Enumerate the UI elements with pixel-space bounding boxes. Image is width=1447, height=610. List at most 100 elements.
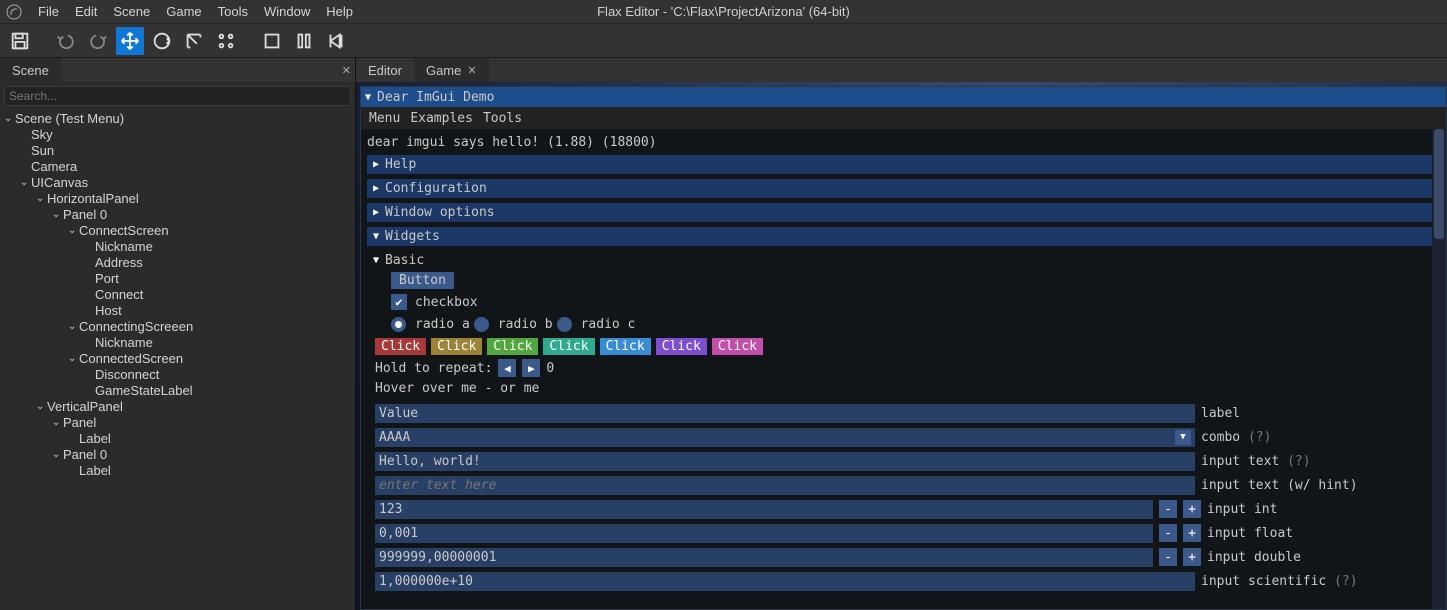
rotate-gizmo-button[interactable] <box>148 27 176 55</box>
double-plus-button[interactable]: + <box>1183 548 1201 566</box>
widgets-header[interactable]: ▼Widgets <box>367 227 1440 246</box>
checkbox-label: checkbox <box>415 295 478 310</box>
tree-item[interactable]: Address <box>0 254 355 270</box>
imgui-content: dear imgui says hello! (1.88) (18800) ▶H… <box>361 129 1446 609</box>
menu-scene[interactable]: Scene <box>105 2 158 21</box>
menu-edit[interactable]: Edit <box>67 2 105 21</box>
scene-tab[interactable]: Scene <box>0 58 61 82</box>
help-header[interactable]: ▶Help <box>367 155 1440 174</box>
menu-window[interactable]: Window <box>256 2 318 21</box>
radio-a-label: radio a <box>415 317 470 332</box>
scrollbar-thumb[interactable] <box>1434 129 1444 239</box>
tree-item[interactable]: ⌄VerticalPanel <box>0 398 355 414</box>
radio-b[interactable] <box>474 317 489 332</box>
tree-item[interactable]: Connect <box>0 286 355 302</box>
imgui-menu-tools[interactable]: Tools <box>483 111 522 126</box>
scale-gizmo-button[interactable] <box>180 27 208 55</box>
input-float-widget[interactable]: 0,001 <box>375 524 1153 543</box>
menu-tools[interactable]: Tools <box>210 2 256 21</box>
click-button-3[interactable]: Click <box>543 338 594 355</box>
tree-item[interactable]: Nickname <box>0 238 355 254</box>
expand-icon: ⌄ <box>68 321 79 332</box>
tree-item[interactable]: Camera <box>0 158 355 174</box>
radio-a[interactable] <box>391 317 406 332</box>
imgui-menubar: Menu Examples Tools <box>361 107 1446 129</box>
search-input[interactable] <box>4 86 351 106</box>
close-icon: ✕ <box>467 64 476 77</box>
imgui-titlebar[interactable]: ▼ Dear ImGui Demo <box>361 87 1446 107</box>
int-minus-button[interactable]: - <box>1159 500 1177 518</box>
save-button[interactable] <box>6 27 34 55</box>
snap-button[interactable] <box>212 27 240 55</box>
expand-icon: ⌄ <box>4 113 15 124</box>
click-button-0[interactable]: Click <box>375 338 426 355</box>
tree-item[interactable]: Port <box>0 270 355 286</box>
float-minus-button[interactable]: - <box>1159 524 1177 542</box>
tree-item[interactable]: ⌄Panel 0 <box>0 206 355 222</box>
tree-label: VerticalPanel <box>47 399 123 414</box>
tree-item[interactable]: Sky <box>0 126 355 142</box>
tree-item[interactable]: Nickname <box>0 334 355 350</box>
float-plus-button[interactable]: + <box>1183 524 1201 542</box>
input-text-hint-widget[interactable] <box>375 476 1195 495</box>
tree-item[interactable]: Host <box>0 302 355 318</box>
expand-icon: ⌄ <box>68 353 79 364</box>
tree-item[interactable]: ⌄UICanvas <box>0 174 355 190</box>
scene-tree[interactable]: ⌄Scene (Test Menu)SkySunCamera⌄UICanvas⌄… <box>0 110 355 610</box>
checkbox-widget[interactable]: ✔ <box>391 294 407 310</box>
tree-item[interactable]: Label <box>0 430 355 446</box>
menu-file[interactable]: File <box>30 2 67 21</box>
click-button-2[interactable]: Click <box>487 338 538 355</box>
click-button-1[interactable]: Click <box>431 338 482 355</box>
double-minus-button[interactable]: - <box>1159 548 1177 566</box>
undo-button[interactable] <box>52 27 80 55</box>
repeat-left-button[interactable]: ◀ <box>498 359 516 377</box>
basic-header[interactable]: ▼ Basic <box>369 251 1440 269</box>
editor-tab[interactable]: Editor <box>356 58 414 82</box>
tree-item[interactable]: ⌄ConnectedScreen <box>0 350 355 366</box>
tree-item[interactable]: ⌄Panel <box>0 414 355 430</box>
tree-item[interactable]: ⌄ConnectScreen <box>0 222 355 238</box>
tree-label: GameStateLabel <box>95 383 193 398</box>
expand-icon: ⌄ <box>52 209 63 220</box>
tree-item[interactable]: Label <box>0 462 355 478</box>
combo-hint: (?) <box>1248 430 1271 445</box>
toolbar <box>0 24 1447 58</box>
click-button-5[interactable]: Click <box>656 338 707 355</box>
input-sci-widget[interactable]: 1,000000e+10 <box>375 572 1195 591</box>
input-int-widget[interactable]: 123 <box>375 500 1153 519</box>
menu-help[interactable]: Help <box>318 2 361 21</box>
tree-item[interactable]: ⌄Scene (Test Menu) <box>0 110 355 126</box>
imgui-menu-menu[interactable]: Menu <box>369 111 400 126</box>
tree-label: UICanvas <box>31 175 88 190</box>
combo-label: combo <box>1201 430 1240 445</box>
click-button-6[interactable]: Click <box>712 338 763 355</box>
tree-item[interactable]: Disconnect <box>0 366 355 382</box>
input-text-widget[interactable] <box>375 452 1195 471</box>
tree-item[interactable]: ⌄ConnectingScreeen <box>0 318 355 334</box>
step-button[interactable] <box>322 27 350 55</box>
button-widget[interactable]: Button <box>391 272 454 289</box>
radio-c[interactable] <box>557 317 572 332</box>
redo-button[interactable] <box>84 27 112 55</box>
tree-item[interactable]: Sun <box>0 142 355 158</box>
game-tab[interactable]: Game ✕ <box>414 58 489 82</box>
pause-button[interactable] <box>290 27 318 55</box>
tree-item[interactable]: ⌄HorizontalPanel <box>0 190 355 206</box>
translate-gizmo-button[interactable] <box>116 27 144 55</box>
radio-b-label: radio b <box>498 317 553 332</box>
imgui-menu-examples[interactable]: Examples <box>410 111 473 126</box>
tree-item[interactable]: GameStateLabel <box>0 382 355 398</box>
click-button-4[interactable]: Click <box>600 338 651 355</box>
repeat-right-button[interactable]: ▶ <box>522 359 540 377</box>
stop-button[interactable] <box>258 27 286 55</box>
window-options-header[interactable]: ▶Window options <box>367 203 1440 222</box>
menu-game[interactable]: Game <box>158 2 209 21</box>
tab-close-scene[interactable]: ✕ <box>338 58 355 82</box>
combo-widget[interactable]: AAAA ▼ <box>375 428 1195 447</box>
configuration-header[interactable]: ▶Configuration <box>367 179 1440 198</box>
input-double-widget[interactable]: 999999,00000001 <box>375 548 1153 567</box>
imgui-scrollbar[interactable] <box>1432 129 1446 609</box>
tree-item[interactable]: ⌄Panel 0 <box>0 446 355 462</box>
int-plus-button[interactable]: + <box>1183 500 1201 518</box>
